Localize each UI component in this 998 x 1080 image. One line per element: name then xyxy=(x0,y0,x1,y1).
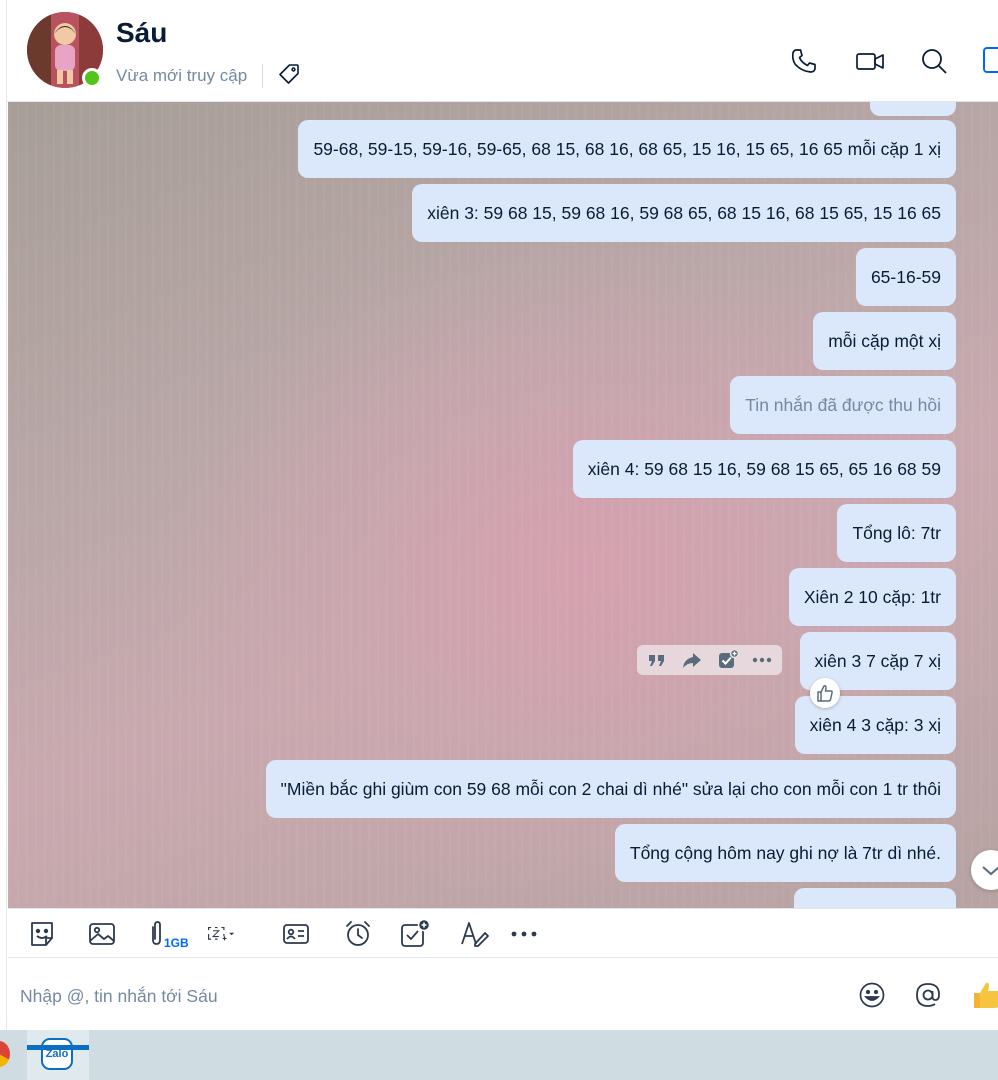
quick-like-icon[interactable] xyxy=(970,980,998,1010)
message-bubble[interactable]: mỗi cặp một xị xyxy=(813,312,956,370)
message-bubble[interactable]: xiên 3: 59 68 15, 59 68 16, 59 68 65, 68… xyxy=(412,184,956,242)
image-icon[interactable] xyxy=(86,918,118,950)
mention-icon[interactable] xyxy=(913,980,943,1010)
text-format-icon[interactable] xyxy=(458,918,490,950)
phone-icon[interactable] xyxy=(789,46,819,76)
reminder-icon[interactable] xyxy=(342,918,374,950)
file-size-limit-label: 1GB xyxy=(164,936,189,950)
message-actions-bar xyxy=(637,645,782,675)
contact-name[interactable]: Sáu xyxy=(116,17,167,49)
message-bubble[interactable]: 65-16-59 xyxy=(855,248,956,306)
message-input[interactable] xyxy=(20,981,840,1011)
message-bubble[interactable]: "Miền bắc ghi giùm con 59 68 mỗi con 2 c… xyxy=(265,760,956,818)
active-app-indicator xyxy=(27,1045,89,1050)
reaction-like-button[interactable] xyxy=(810,678,840,708)
message-bubble[interactable]: xiên 4: 59 68 15 16, 59 68 15 65, 65 16 … xyxy=(572,440,956,498)
chat-header: Sáu Vừa mới truy cập xyxy=(0,0,998,102)
message-bubble[interactable]: Tổng cộng hôm nay ghi nợ là 7tr dì nhé. xyxy=(614,824,956,882)
os-taskbar xyxy=(0,1030,998,1080)
create-task-icon[interactable] xyxy=(716,648,740,672)
task-icon[interactable] xyxy=(399,918,431,950)
message-list[interactable]: 59-68, 59-15, 59-16, 59-65, 68 15, 68 16… xyxy=(8,102,998,908)
emoji-icon[interactable] xyxy=(857,980,887,1010)
video-call-icon[interactable] xyxy=(855,46,885,76)
search-icon[interactable] xyxy=(919,46,949,76)
message-bubble[interactable]: 59-68, 59-15, 59-16, 59-65, 68 15, 68 16… xyxy=(298,120,956,178)
zalo-taskbar-icon[interactable]: Zalo xyxy=(41,1038,73,1070)
composer xyxy=(8,959,998,1030)
tag-icon[interactable] xyxy=(277,62,301,86)
message-bubble[interactable]: Xiên 2 10 cặp: 1tr xyxy=(788,568,956,626)
message-bubble[interactable] xyxy=(794,888,956,908)
quote-icon[interactable] xyxy=(645,648,669,672)
conversation-info-icon[interactable] xyxy=(983,47,998,73)
online-indicator xyxy=(82,68,102,88)
composer-toolbar: 1GB xyxy=(8,908,998,958)
status-separator xyxy=(262,64,263,88)
contact-card-icon[interactable] xyxy=(280,918,312,950)
more-tools-icon[interactable] xyxy=(508,918,540,950)
scroll-to-bottom-button[interactable] xyxy=(971,850,998,890)
message-bubble[interactable] xyxy=(870,102,956,116)
forward-icon[interactable] xyxy=(680,648,704,672)
recalled-message-bubble[interactable]: Tin nhắn đã được thu hồi xyxy=(730,376,956,434)
sidebar-edge xyxy=(0,0,7,1030)
sticker-icon[interactable] xyxy=(26,918,58,950)
message-bubble[interactable]: Tổng lô: 7tr xyxy=(837,504,956,562)
screenshot-icon[interactable] xyxy=(206,918,256,950)
contact-status: Vừa mới truy cập xyxy=(116,66,248,85)
more-options-icon[interactable] xyxy=(750,648,774,672)
